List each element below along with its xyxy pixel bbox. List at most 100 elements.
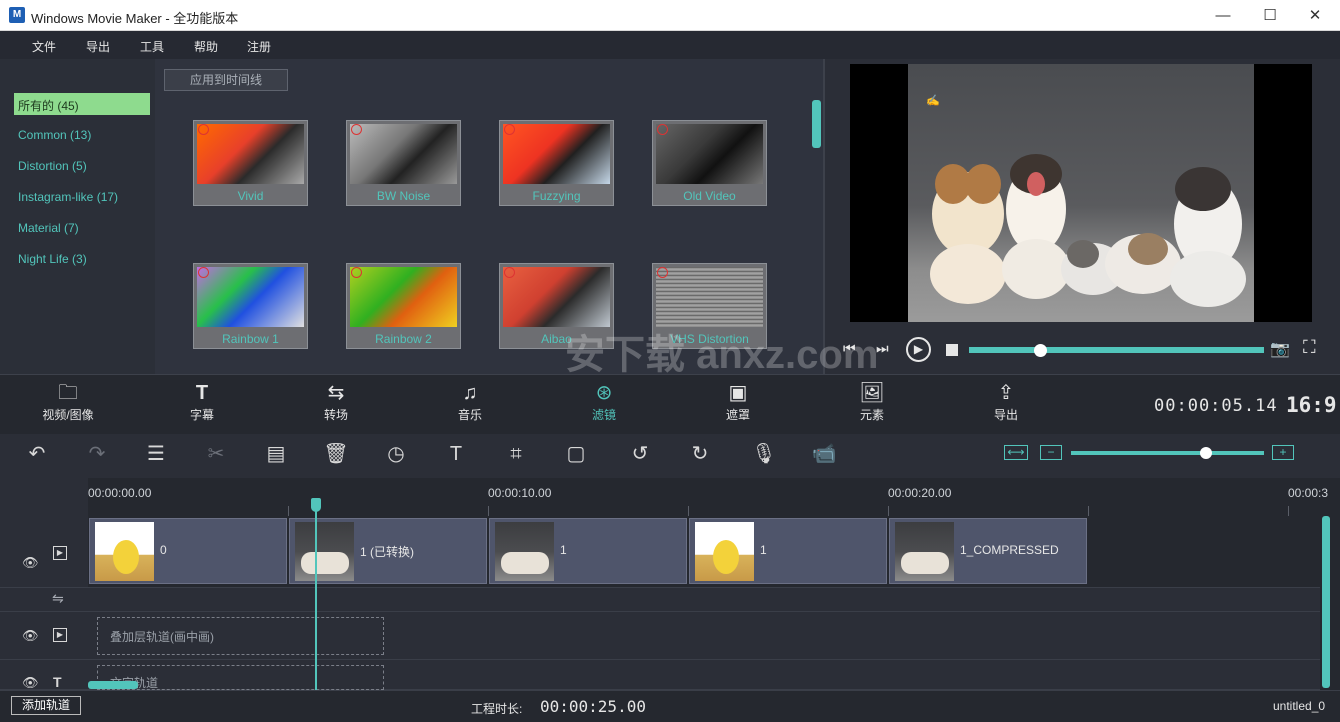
clip-thumbnail-cartoon <box>95 522 154 581</box>
eye-icon[interactable]: 👁 <box>22 555 39 571</box>
text-icon: T <box>195 382 209 404</box>
frame-icon[interactable]: ▢ <box>561 441 591 467</box>
playback-progress-handle[interactable] <box>1033 344 1047 357</box>
text-track-placeholder[interactable]: 文字轨道 <box>97 665 384 690</box>
transition-track[interactable] <box>88 588 1320 612</box>
no-icon <box>657 267 668 278</box>
tab-subtitle[interactable]: T 字幕 <box>162 380 242 423</box>
category-material[interactable]: Material (7) <box>18 221 79 235</box>
filter-label: Vivid <box>237 189 264 203</box>
filter-scrollbar[interactable] <box>812 100 821 148</box>
timeline-zoom-handle[interactable] <box>1200 447 1213 459</box>
add-track-button[interactable]: 添加轨道 <box>11 696 81 715</box>
snapshot-camera-icon[interactable]: 📷 <box>1270 339 1292 359</box>
cut-icon[interactable]: ✂ <box>201 441 231 467</box>
filter-label: Old Video <box>683 189 736 203</box>
transition-icon: ⇋ <box>52 590 64 606</box>
menu-tools[interactable]: 工具 <box>140 38 164 55</box>
tab-elements[interactable]: 🖼 元素 <box>832 380 912 423</box>
play-button[interactable]: ▶ <box>906 337 931 362</box>
rotate-left-icon[interactable]: ↺ <box>625 441 655 467</box>
folder-icon: 🗀 <box>58 382 78 404</box>
clip-thumbnail-dogs <box>495 522 554 581</box>
eye-icon[interactable]: 👁 <box>22 628 39 644</box>
filter-thumb[interactable]: Fuzzying <box>499 120 614 206</box>
eye-icon[interactable]: 👁 <box>22 675 39 691</box>
category-all[interactable]: 所有的 (45) <box>18 97 79 114</box>
skip-forward-icon[interactable]: ⏭ <box>876 340 894 360</box>
video-track-icon: ▶ <box>53 546 67 560</box>
timeline-zoom-slider[interactable] <box>1071 451 1264 455</box>
add-text-icon[interactable]: T <box>441 441 471 467</box>
category-distortion[interactable]: Distortion (5) <box>18 159 87 173</box>
undo-icon[interactable]: ↶ <box>22 441 52 467</box>
no-icon <box>657 124 668 135</box>
playhead-handle[interactable] <box>311 498 321 512</box>
trim-icon[interactable]: ▤ <box>261 441 291 467</box>
timeline-clip[interactable]: 1 <box>489 518 687 584</box>
tab-transition[interactable]: ⇆ 转场 <box>296 380 376 423</box>
no-icon <box>198 267 209 278</box>
filter-thumb[interactable]: Rainbow 2 <box>346 263 461 349</box>
camera-record-icon[interactable]: 📹 <box>809 441 839 467</box>
adjust-icon[interactable]: ☰ <box>141 441 171 467</box>
clip-label: 1 (已转换) <box>360 545 415 559</box>
tab-export[interactable]: ⇪ 导出 <box>966 380 1046 423</box>
rotate-right-icon[interactable]: ↻ <box>685 441 715 467</box>
current-timecode: 00:00:05.14 <box>1154 396 1278 416</box>
stop-button[interactable] <box>946 344 958 356</box>
close-button[interactable]: ✕ <box>1292 0 1338 31</box>
filter-thumb[interactable]: Old Video <box>652 120 767 206</box>
maximize-button[interactable]: ☐ <box>1247 0 1293 31</box>
timeline-clip[interactable]: 1 (已转换) <box>289 518 487 584</box>
timeline-vertical-scrollbar[interactable] <box>1322 516 1330 688</box>
project-duration-value: 00:00:25.00 <box>540 697 646 716</box>
zoom-out-button[interactable]: − <box>1040 445 1062 460</box>
tab-mask[interactable]: ▣ 遮罩 <box>698 380 778 423</box>
clip-thumbnail-dogs <box>295 522 354 581</box>
ruler-label: 00:00:10.00 <box>488 486 552 500</box>
filter-preview-image <box>197 124 304 184</box>
crop-icon[interactable]: ⌗ <box>501 441 531 467</box>
tab-video-image[interactable]: 🗀 视频/图像 <box>28 380 108 423</box>
filter-preview-image <box>350 124 457 184</box>
playhead-line[interactable] <box>315 498 317 690</box>
timeline-clip[interactable]: 1_COMPRESSED <box>889 518 1087 584</box>
ruler-tick <box>488 506 489 516</box>
fit-timeline-icon[interactable]: ⟷ <box>1004 445 1028 460</box>
filter-icon: ⊛ <box>595 382 613 404</box>
zoom-in-button[interactable]: + <box>1272 445 1294 460</box>
filter-thumb[interactable]: Rainbow 1 <box>193 263 308 349</box>
tab-filter[interactable]: ⊛ 滤镜 <box>564 380 644 423</box>
delete-icon[interactable]: 🗑 <box>321 441 351 467</box>
timeline-clip[interactable]: 1 <box>689 518 887 584</box>
menu-help[interactable]: 帮助 <box>194 38 218 55</box>
ruler-label: 00:00:20.00 <box>888 486 952 500</box>
category-nightlife[interactable]: Night Life (3) <box>18 252 87 266</box>
timeline-horizontal-scrollbar[interactable] <box>88 681 138 689</box>
aspect-ratio-selector[interactable]: 16:9 <box>1286 393 1337 417</box>
microphone-icon[interactable]: 🎙 <box>749 441 779 467</box>
filter-thumb[interactable]: BW Noise <box>346 120 461 206</box>
apply-to-timeline-button[interactable]: 应用到时间线 <box>164 69 288 91</box>
duration-clock-icon[interactable]: ◷ <box>381 441 411 467</box>
menu-register[interactable]: 注册 <box>247 38 271 55</box>
category-common[interactable]: Common (13) <box>18 128 91 142</box>
tab-music[interactable]: ♫ 音乐 <box>430 380 510 423</box>
fullscreen-icon[interactable]: ⛶ <box>1303 337 1325 359</box>
ruler-tick <box>288 506 289 516</box>
timeline-clip[interactable]: 0 <box>89 518 287 584</box>
playback-progress-track[interactable] <box>969 347 1264 353</box>
overlay-track-placeholder[interactable]: 叠加层轨道(画中画) <box>97 617 384 655</box>
menu-export[interactable]: 导出 <box>86 38 110 55</box>
timeline-ruler[interactable] <box>88 478 1340 516</box>
export-icon: ⇪ <box>997 382 1015 404</box>
overlay-track-header <box>0 612 88 660</box>
menu-file[interactable]: 文件 <box>32 38 56 55</box>
category-instagram[interactable]: Instagram-like (17) <box>18 190 118 204</box>
redo-icon[interactable]: ↷ <box>82 441 112 467</box>
minimize-button[interactable]: — <box>1200 0 1246 31</box>
tab-label: 音乐 <box>457 408 482 422</box>
filter-thumb[interactable]: Vivid <box>193 120 308 206</box>
filter-label: Rainbow 2 <box>375 332 432 346</box>
